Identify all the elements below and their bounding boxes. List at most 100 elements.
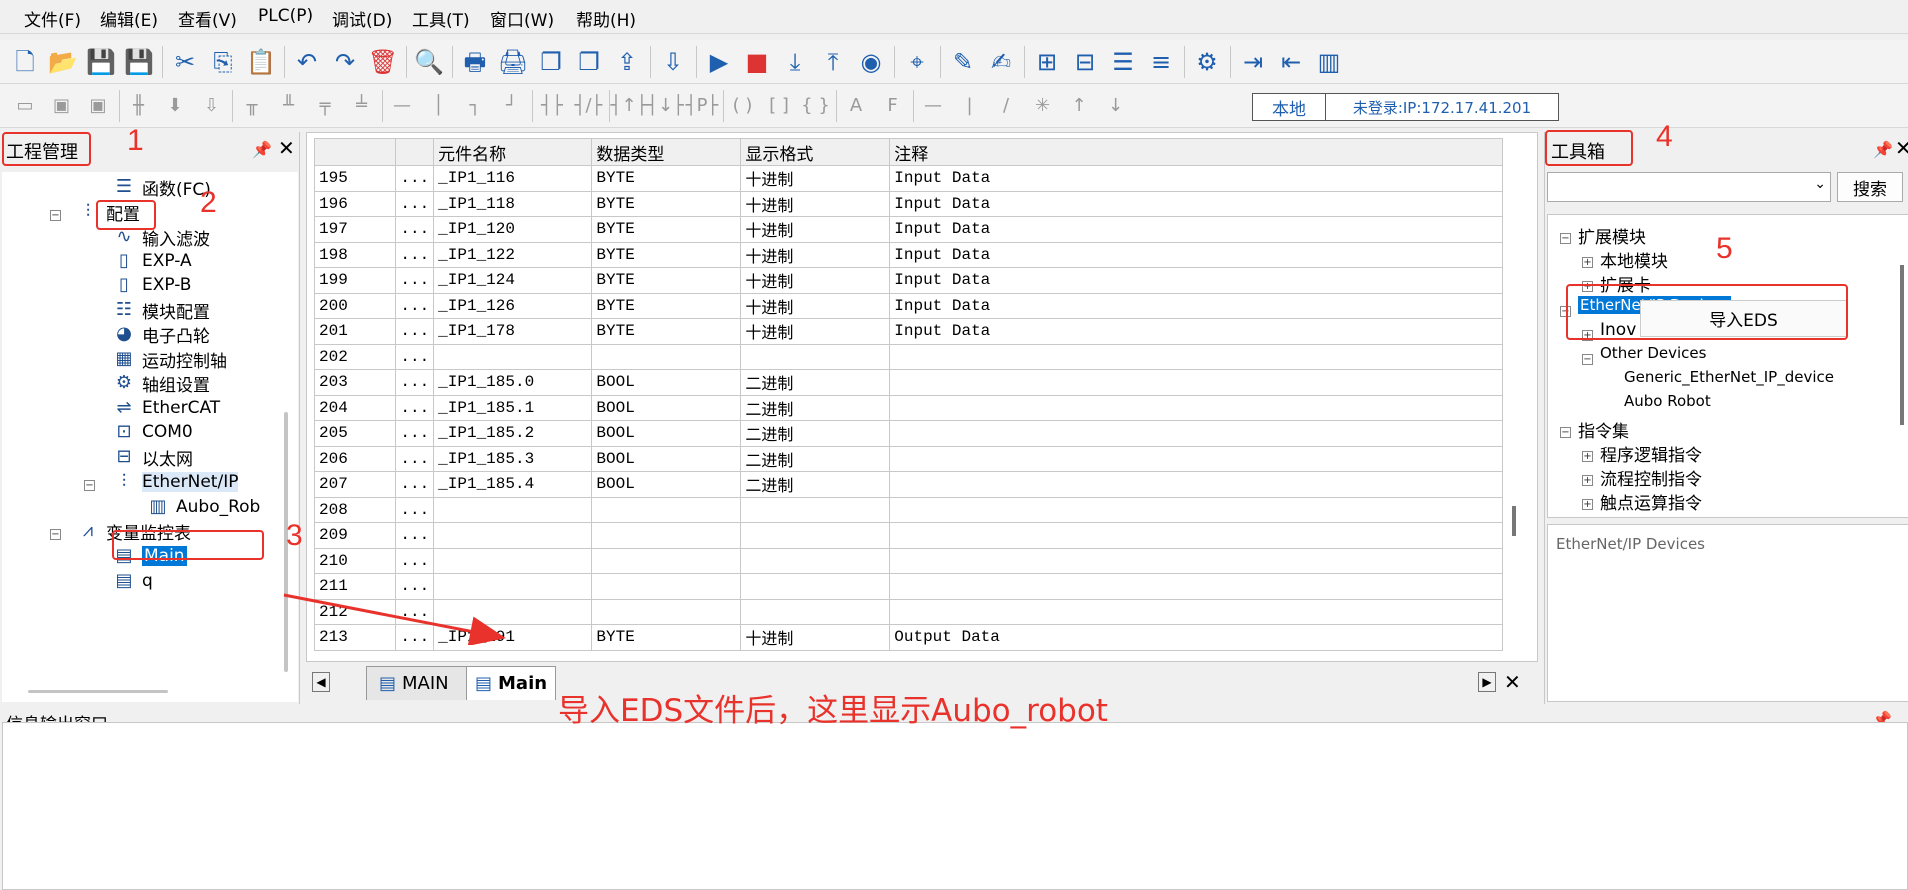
element-name-cell[interactable]: _IP1_185.0 (433, 369, 593, 396)
comment-cell[interactable]: Input Data (889, 190, 1503, 217)
element-name-cell[interactable] (433, 496, 593, 523)
nc-contact-button[interactable]: ┤/├ (572, 89, 606, 123)
column-header[interactable]: 数据类型 (591, 138, 742, 166)
table-row[interactable]: 195... _IP1_116 BYTE 十进制 Input Data (314, 165, 1503, 192)
table-row[interactable]: 198... _IP1_122 BYTE 十进制 Input Data (314, 241, 1503, 268)
row-ellipsis[interactable]: ... (395, 267, 435, 294)
close-icon[interactable]: ✕ (278, 136, 295, 160)
column-header[interactable]: 显示格式 (740, 138, 891, 166)
table-row[interactable]: 202... (314, 343, 1503, 370)
data-type-cell[interactable]: BYTE (591, 241, 742, 268)
column-header[interactable]: 注释 (889, 138, 1503, 166)
no-contact-button[interactable]: ┤├ (535, 89, 569, 123)
table-row[interactable]: 205... _IP1_185.2 BOOL 二进制 (314, 420, 1503, 447)
f-button[interactable]: F (876, 89, 910, 123)
row-number[interactable]: 200 (314, 292, 397, 319)
pin-icon[interactable]: 📌 (252, 140, 272, 159)
test-button[interactable]: ⚙ (1190, 45, 1224, 79)
login-button[interactable]: ⇥ (1236, 45, 1270, 79)
row-number[interactable]: 196 (314, 190, 397, 217)
display-format-cell[interactable] (740, 573, 891, 600)
edit-online-button[interactable]: ✎ (946, 45, 980, 79)
row-number[interactable]: 208 (314, 496, 397, 523)
row-number[interactable]: 209 (314, 522, 397, 549)
data-type-cell[interactable]: BYTE (591, 165, 742, 192)
cut-button[interactable]: ✂ (168, 45, 202, 79)
network-button[interactable]: ⊞ (1030, 45, 1064, 79)
display-format-cell[interactable]: 十进制 (740, 318, 891, 345)
toolbox-scrollbar[interactable] (1900, 265, 1904, 425)
toolbox-item[interactable]: Generic_EtherNet_IP_device (1624, 368, 1834, 386)
row-ellipsis[interactable]: ... (395, 292, 435, 319)
data-type-cell[interactable]: BYTE (591, 318, 742, 345)
row-ellipsis[interactable]: ... (395, 496, 435, 523)
table-row[interactable]: 209... (314, 522, 1503, 549)
tree-expander[interactable]: + (1582, 451, 1593, 462)
print-button[interactable]: 🖨 (496, 45, 530, 79)
tree-item-[interactable]: ▦ 运动控制轴 (112, 346, 227, 372)
tree-item-com0[interactable]: ⊡ COM0 (112, 419, 192, 445)
data-type-cell[interactable]: BYTE (591, 292, 742, 319)
bar-button[interactable]: | (953, 89, 987, 123)
display-format-cell[interactable]: 二进制 (740, 445, 891, 472)
find-button[interactable]: 🔍 (412, 45, 446, 79)
tree-item-exp-a[interactable]: ▯ EXP-A (112, 248, 192, 274)
element-name-cell[interactable] (433, 522, 593, 549)
toolbox-item[interactable]: Aubo Robot (1624, 392, 1711, 410)
tab-scroll-left-icon[interactable]: ◀ (312, 672, 330, 692)
comment-cell[interactable] (889, 369, 1503, 396)
panel-button[interactable]: ▥ (1312, 45, 1346, 79)
display-format-cell[interactable] (740, 343, 891, 370)
row-number[interactable]: 206 (314, 445, 397, 472)
table-row[interactable]: 196... _IP1_118 BYTE 十进制 Input Data (314, 190, 1503, 217)
menu-window[interactable]: 窗口(W) (490, 6, 554, 31)
hline-button[interactable]: — (385, 89, 419, 123)
element-name-cell[interactable]: _IP1_120 (433, 216, 593, 243)
comment-cell[interactable] (889, 394, 1503, 421)
tab-scroll-right-icon[interactable]: ▶ (1478, 672, 1496, 692)
menu-edit[interactable]: 编辑(E) (100, 6, 158, 31)
data-type-cell[interactable] (591, 598, 742, 625)
tree-expander[interactable]: − (84, 480, 95, 491)
row-ellipsis[interactable]: ... (395, 445, 435, 472)
table-row[interactable]: 197... _IP1_120 BYTE 十进制 Input Data (314, 216, 1503, 243)
column-header[interactable]: 元件名称 (433, 138, 593, 166)
row-ellipsis[interactable]: ... (395, 241, 435, 268)
table-row[interactable]: 210... (314, 547, 1503, 574)
row-number[interactable]: 199 (314, 267, 397, 294)
comment-cell[interactable]: Input Data (889, 165, 1503, 192)
toolbox-item[interactable]: 程序逻辑指令 (1600, 441, 1702, 466)
toolbox-item[interactable]: 扩展模块 (1578, 223, 1646, 248)
comment-cell[interactable] (889, 420, 1503, 447)
tab-main-upper[interactable]: ▤ MAIN (366, 666, 478, 700)
display-format-cell[interactable]: 十进制 (740, 165, 891, 192)
dash-button[interactable]: — (916, 89, 950, 123)
data-type-cell[interactable]: BOOL (591, 369, 742, 396)
window-button[interactable]: ❐ (534, 45, 568, 79)
data-type-cell[interactable]: BYTE (591, 216, 742, 243)
comment-cell[interactable] (889, 598, 1503, 625)
arrow-down2-button[interactable]: ⇩ (195, 89, 229, 123)
element-name-cell[interactable]: _IP1_185.1 (433, 394, 593, 421)
tree-item-q[interactable]: ▤ q (112, 568, 152, 594)
comment-cell[interactable]: Input Data (889, 241, 1503, 268)
output-window[interactable] (2, 722, 1908, 890)
row-ellipsis[interactable]: ... (395, 216, 435, 243)
up-button[interactable]: ↑ (1062, 89, 1096, 123)
arrow-down-button[interactable]: ⬇ (158, 89, 192, 123)
row-ellipsis[interactable]: ... (395, 343, 435, 370)
row-number[interactable]: 207 (314, 471, 397, 498)
display-format-cell[interactable]: 十进制 (740, 216, 891, 243)
tab-main-active[interactable]: ▤ Main (466, 666, 556, 700)
corner-button[interactable]: ┐ (458, 89, 492, 123)
row-ellipsis[interactable]: ... (395, 394, 435, 421)
tree-expander[interactable]: + (1582, 257, 1593, 268)
func-button[interactable]: [ ] (762, 89, 796, 123)
chevron-down-icon[interactable]: ⌄ (1814, 176, 1826, 192)
data-type-cell[interactable]: BOOL (591, 445, 742, 472)
comment-cell[interactable] (889, 496, 1503, 523)
comment-cell[interactable] (889, 573, 1503, 600)
row-number[interactable]: 205 (314, 420, 397, 447)
row-ellipsis[interactable]: ... (395, 547, 435, 574)
tree-item-[interactable]: ◕ 电子凸轮 (112, 321, 210, 347)
